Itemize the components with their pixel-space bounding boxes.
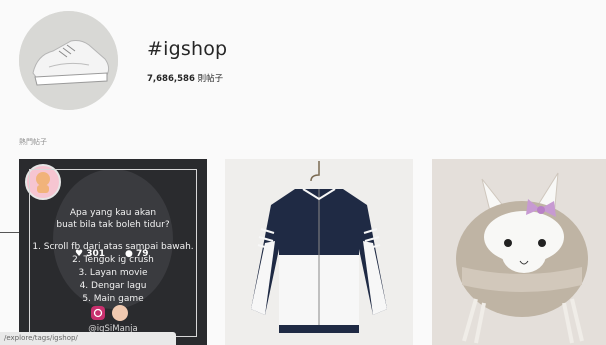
hashtag-avatar <box>19 11 118 110</box>
top-posts-label: 熱門帖子 <box>19 138 47 146</box>
status-url-bar: /explore/tags/igshop/ <box>0 332 176 345</box>
llama-hat-image <box>432 159 606 345</box>
post-count-number: 7,686,586 <box>147 74 195 84</box>
post-count-unit: 則帖子 <box>197 74 224 84</box>
jacket-image <box>225 159 413 345</box>
post-tile-2[interactable] <box>225 159 413 345</box>
post-tile-3[interactable] <box>432 159 606 345</box>
post-tile-1[interactable]: Apa yang kau akan buat bila tak boleh ti… <box>19 159 207 345</box>
divider <box>0 232 19 233</box>
hashtag-title: #igshop <box>147 38 228 60</box>
post-1-icons <box>91 305 128 321</box>
sneaker-image <box>19 11 118 110</box>
post-count: 7,686,586 則帖子 <box>147 72 223 84</box>
hashtag-page: #igshop 7,686,586 則帖子 熱門帖子 Apa yang kau … <box>0 0 606 345</box>
